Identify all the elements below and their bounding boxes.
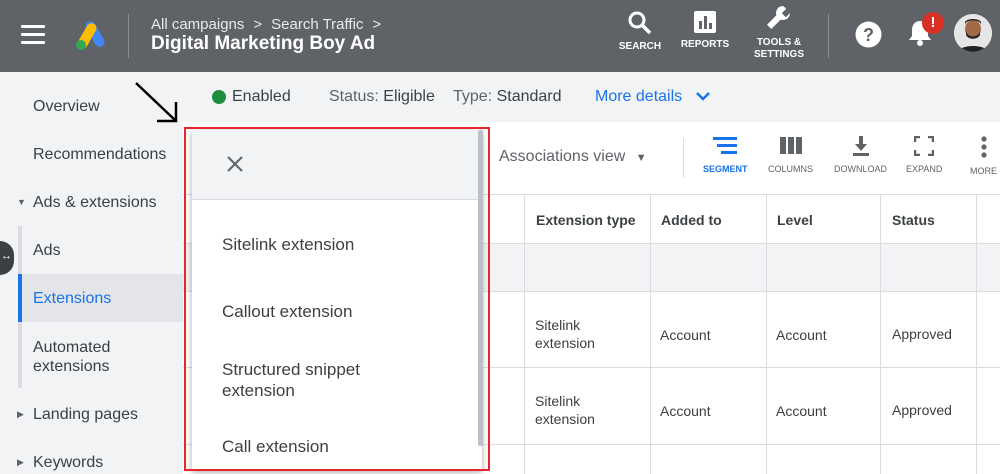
column-header-added-to[interactable]: Added to — [661, 212, 722, 228]
campaign-status-bar: Enabled Status: Eligible Type: Standard … — [183, 72, 1000, 122]
reports-button[interactable]: REPORTS — [678, 10, 732, 51]
column-header-extension-type[interactable]: Extension type — [536, 212, 636, 228]
campaign-type: Type: Standard — [453, 88, 562, 106]
chevron-right-icon: > — [253, 16, 263, 33]
column-divider — [524, 194, 525, 474]
sidebar-item-extensions[interactable]: Extensions — [33, 290, 111, 308]
more-details-link[interactable]: More details — [595, 88, 711, 106]
cell-extension-type-line2: extension — [535, 411, 595, 427]
avatar[interactable] — [954, 14, 992, 52]
collapse-arrows-icon: ↔ — [1, 250, 12, 262]
sidebar-item-overview[interactable]: Overview — [33, 98, 100, 116]
sidebar-item-ads-extensions[interactable]: Ads & extensions — [33, 194, 157, 212]
sidebar: Overview Recommendations ▼ Ads & extensi… — [0, 72, 183, 474]
cell-added-to: Account — [660, 327, 711, 343]
download-label: DOWNLOAD — [834, 164, 888, 174]
cell-extension-type: Sitelink extension — [535, 392, 595, 428]
status-label: Status: — [329, 88, 379, 105]
search-label: SEARCH — [618, 41, 662, 52]
segment-icon — [713, 137, 738, 154]
status-value: Eligible — [383, 88, 435, 105]
cell-extension-type-line2: extension — [535, 335, 595, 351]
expand-icon — [914, 136, 935, 156]
chevron-right-icon: > — [372, 16, 382, 33]
associations-view-label: Associations view — [499, 148, 626, 165]
column-divider — [880, 194, 881, 474]
segment-label: SEGMENT — [703, 164, 748, 174]
annotation-highlight-box — [184, 127, 490, 471]
cell-status: Approved — [892, 326, 952, 342]
help-icon[interactable]: ? — [855, 21, 882, 48]
more-label: MORE — [970, 166, 997, 176]
type-value: Standard — [496, 88, 562, 105]
cell-level: Account — [776, 403, 827, 419]
columns-button[interactable]: COLUMNS — [768, 136, 813, 174]
tools-label-line1: TOOLS & — [756, 37, 802, 48]
cell-status: Approved — [892, 402, 952, 418]
user-avatar-icon — [954, 14, 992, 52]
hamburger-menu-icon[interactable] — [21, 25, 45, 45]
columns-icon — [779, 137, 802, 154]
search-icon — [628, 11, 652, 35]
more-button[interactable]: MORE — [970, 136, 997, 176]
annotation-arrow-icon — [135, 82, 178, 123]
google-ads-logo[interactable] — [74, 18, 108, 52]
enabled-status-dot-icon — [212, 90, 226, 104]
sidebar-item-automated-extensions[interactable]: Automated extensions — [33, 338, 143, 376]
breadcrumb: All campaigns > Search Traffic > — [151, 16, 390, 33]
reports-label: REPORTS — [680, 39, 730, 50]
sidebar-item-landing-pages[interactable]: Landing pages — [33, 406, 138, 424]
cell-extension-type: Sitelink extension — [535, 316, 595, 352]
type-label: Type: — [453, 88, 493, 105]
column-divider — [976, 194, 977, 474]
svg-text:?: ? — [863, 25, 874, 45]
reports-icon — [694, 11, 716, 33]
tools-settings-button[interactable]: TOOLS & SETTINGS — [748, 4, 810, 61]
caret-down-icon[interactable]: ▼ — [17, 197, 26, 207]
column-header-level[interactable]: Level — [777, 212, 813, 228]
search-button[interactable]: SEARCH — [618, 10, 662, 53]
caret-right-icon[interactable]: ▶ — [17, 457, 24, 468]
sidebar-item-recommendations[interactable]: Recommendations — [33, 146, 166, 164]
sidebar-active-indicator — [18, 274, 22, 322]
toolbar-divider — [683, 138, 684, 178]
column-divider — [650, 194, 651, 474]
cell-extension-type-line1: Sitelink — [535, 393, 581, 409]
sidebar-item-keywords[interactable]: Keywords — [33, 454, 103, 472]
sidebar-item-ads[interactable]: Ads — [33, 242, 61, 260]
cell-level: Account — [776, 327, 827, 343]
status-eligible: Status: Eligible — [329, 88, 435, 106]
wrench-icon — [767, 6, 790, 29]
top-app-bar: All campaigns > Search Traffic > Digital Ma… — [0, 0, 1000, 72]
enabled-status[interactable]: Enabled — [232, 88, 291, 106]
caret-down-icon: ▼ — [635, 152, 647, 164]
column-header-status[interactable]: Status — [892, 212, 935, 228]
page-title: Digital Marketing Boy Ad — [151, 33, 376, 54]
columns-label: COLUMNS — [768, 164, 814, 174]
segment-button[interactable]: SEGMENT — [703, 136, 748, 174]
header-divider — [128, 14, 129, 58]
notification-badge: ! — [922, 12, 944, 34]
column-divider — [766, 194, 767, 474]
expand-button[interactable]: EXPAND — [906, 136, 942, 174]
header-divider — [828, 14, 829, 58]
more-details-label: More details — [595, 88, 683, 105]
breadcrumb-campaign[interactable]: Search Traffic — [271, 16, 363, 33]
sidebar-collapse-handle[interactable]: ↔ — [0, 241, 14, 275]
download-button[interactable]: DOWNLOAD — [834, 136, 887, 174]
expand-label: EXPAND — [906, 164, 943, 174]
associations-view-dropdown[interactable]: Associations view ▼ — [499, 148, 647, 166]
caret-right-icon[interactable]: ▶ — [17, 409, 24, 420]
download-icon — [852, 136, 869, 156]
cell-extension-type-line1: Sitelink — [535, 317, 581, 333]
breadcrumb-all-campaigns[interactable]: All campaigns — [151, 16, 244, 33]
cell-added-to: Account — [660, 403, 711, 419]
tools-label-line2: SETTINGS — [753, 49, 804, 60]
more-vert-icon — [980, 136, 987, 158]
chevron-down-icon — [695, 92, 710, 101]
